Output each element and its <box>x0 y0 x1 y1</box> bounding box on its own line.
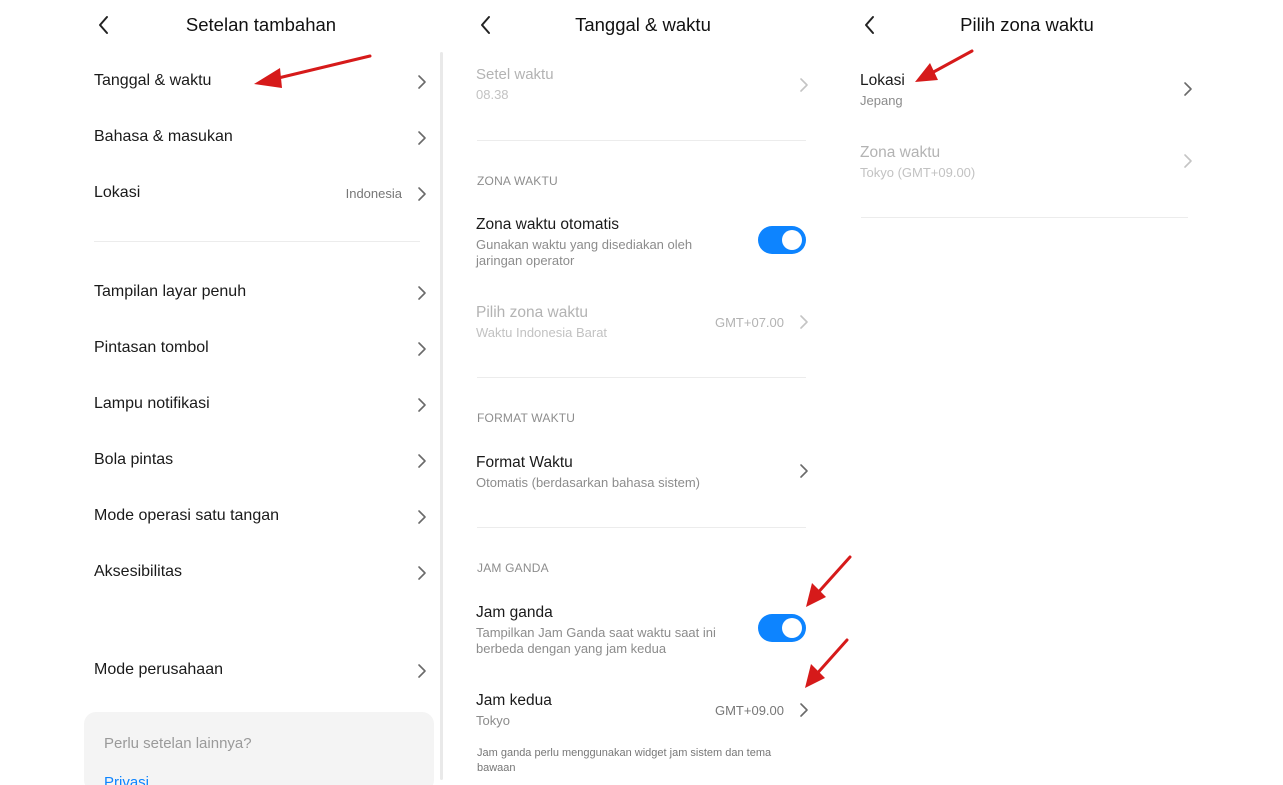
time-zone-item[interactable]: Zona waktu Tokyo (GMT+09.00) <box>846 142 1208 184</box>
settings-item-location[interactable]: Lokasi Indonesia <box>80 180 442 208</box>
time-zone-label: Zona waktu <box>860 144 941 161</box>
chevron-right-icon <box>418 398 426 412</box>
settings-item-label: Bahasa & masukan <box>94 128 233 145</box>
auto-time-zone-label: Zona waktu otomatis <box>476 216 620 233</box>
settings-item-label: Mode operasi satu tangan <box>94 507 280 524</box>
settings-item-fullscreen[interactable]: Tampilan layar penuh <box>80 279 442 307</box>
location-item[interactable]: Lokasi Jepang <box>846 70 1208 112</box>
chevron-right-icon <box>418 566 426 580</box>
divider <box>477 527 806 528</box>
more-settings-title: Perlu setelan lainnya? <box>104 735 252 752</box>
time-zone-value: Tokyo (GMT+09.00) <box>860 165 976 180</box>
chevron-right-icon <box>1184 154 1192 168</box>
set-time-value: 08.38 <box>476 87 509 102</box>
second-clock-label: Jam kedua <box>476 692 552 709</box>
location-value: Jepang <box>860 93 903 108</box>
settings-item-label: Mode perusahaan <box>94 661 223 678</box>
time-format-item[interactable]: Format Waktu Otomatis (berdasarkan bahas… <box>462 452 824 494</box>
pick-time-zone-item[interactable]: Pilih zona waktu Waktu Indonesia Barat G… <box>462 302 824 344</box>
settings-item-accessibility[interactable]: Aksesibilitas <box>80 559 442 587</box>
chevron-right-icon <box>418 131 426 145</box>
auto-time-zone-toggle[interactable] <box>758 226 806 254</box>
settings-item-value: Indonesia <box>345 186 402 201</box>
dual-clock-description: Tampilkan Jam Ganda saat waktu saat ini … <box>476 625 716 656</box>
more-settings-card: Perlu setelan lainnya? Privasi <box>84 712 434 785</box>
settings-item-label: Lokasi <box>94 184 141 201</box>
chevron-right-icon <box>418 286 426 300</box>
settings-item-one-handed-mode[interactable]: Mode operasi satu tangan <box>80 503 442 531</box>
time-format-sub: Otomatis (berdasarkan bahasa sistem) <box>476 475 700 490</box>
page-title: Setelan tambahan <box>185 14 337 35</box>
set-time-item[interactable]: Setel waktu 08.38 <box>462 64 824 106</box>
settings-item-notification-light[interactable]: Lampu notifikasi <box>80 391 442 419</box>
chevron-right-icon <box>418 75 426 89</box>
page-title: Pilih zona waktu <box>960 14 1094 35</box>
second-clock-value: GMT+09.00 <box>714 703 784 718</box>
second-clock-city: Tokyo <box>476 713 510 728</box>
section-header-time-zone: ZONA WAKTU <box>477 174 558 188</box>
pick-time-zone-label: Pilih zona waktu <box>476 304 589 321</box>
second-clock-item[interactable]: Jam kedua Tokyo GMT+09.00 <box>462 690 824 732</box>
settings-item-label: Tampilan layar penuh <box>94 283 247 300</box>
dual-clock-toggle[interactable] <box>758 614 806 642</box>
chevron-right-icon <box>800 464 808 478</box>
divider <box>477 140 806 141</box>
panel-additional-settings: Setelan tambahan Tanggal & waktu Bahasa … <box>80 0 442 785</box>
pick-time-zone-value: GMT+07.00 <box>714 315 784 330</box>
location-label: Lokasi <box>860 72 905 89</box>
divider <box>861 217 1188 218</box>
settings-item-date-time[interactable]: Tanggal & waktu <box>80 68 442 96</box>
settings-item-label: Aksesibilitas <box>94 563 183 580</box>
toggle-knob <box>782 230 802 250</box>
chevron-right-icon <box>418 187 426 201</box>
pick-time-zone-sub: Waktu Indonesia Barat <box>476 325 608 340</box>
settings-item-label: Tanggal & waktu <box>94 72 212 89</box>
chevron-right-icon <box>418 454 426 468</box>
divider <box>94 241 420 242</box>
auto-time-zone-item[interactable]: Zona waktu otomatis Gunakan waktu yang d… <box>462 214 824 270</box>
time-format-label: Format Waktu <box>476 454 573 471</box>
set-time-label: Setel waktu <box>476 66 554 83</box>
dual-clock-item[interactable]: Jam ganda Tampilkan Jam Ganda saat waktu… <box>462 602 824 658</box>
privacy-link[interactable]: Privasi <box>104 774 149 785</box>
dual-clock-note: Jam ganda perlu menggunakan widget jam s… <box>477 747 772 774</box>
panel-pick-time-zone: Pilih zona waktu Lokasi Jepang Zona wakt… <box>846 0 1208 785</box>
chevron-right-icon <box>418 664 426 678</box>
settings-item-label: Pintasan tombol <box>94 339 209 356</box>
chevron-right-icon <box>800 703 808 717</box>
chevron-right-icon <box>800 78 808 92</box>
panel-date-time: Tanggal & waktu Setel waktu 08.38 ZONA W… <box>462 0 824 785</box>
settings-item-label: Lampu notifikasi <box>94 395 210 412</box>
chevron-right-icon <box>800 315 808 329</box>
chevron-right-icon <box>418 342 426 356</box>
settings-item-label: Bola pintas <box>94 451 174 468</box>
page-title: Tanggal & waktu <box>575 14 711 35</box>
auto-time-zone-description: Gunakan waktu yang disediakan oleh jarin… <box>476 237 693 268</box>
section-header-dual-clock: JAM GANDA <box>477 561 549 575</box>
scrollbar[interactable] <box>440 52 443 780</box>
divider <box>477 377 806 378</box>
section-header-time-format: FORMAT WAKTU <box>477 411 576 425</box>
dual-clock-label: Jam ganda <box>476 604 553 621</box>
settings-item-button-shortcuts[interactable]: Pintasan tombol <box>80 335 442 363</box>
settings-item-language-input[interactable]: Bahasa & masukan <box>80 124 442 152</box>
chevron-right-icon <box>418 510 426 524</box>
settings-item-quick-ball[interactable]: Bola pintas <box>80 447 442 475</box>
settings-item-enterprise-mode[interactable]: Mode perusahaan <box>80 657 442 685</box>
chevron-right-icon <box>1184 82 1192 96</box>
toggle-knob <box>782 618 802 638</box>
